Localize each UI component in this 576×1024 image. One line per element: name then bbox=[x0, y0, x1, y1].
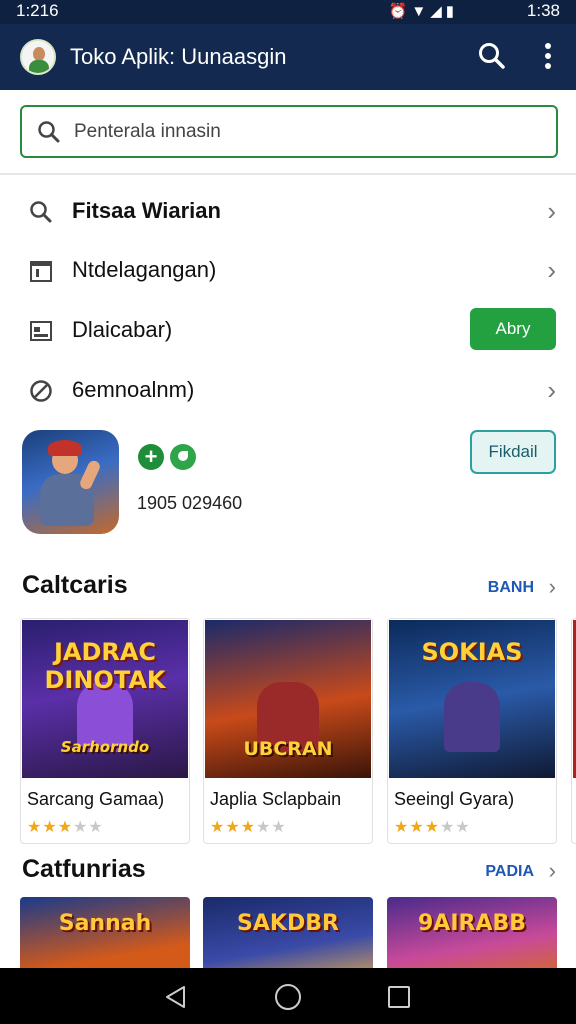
game-title: Sarcang Gamaa) bbox=[27, 789, 165, 809]
avatar[interactable] bbox=[20, 39, 56, 75]
search-input[interactable] bbox=[74, 115, 544, 149]
status-bar: 1:216 ⏰▼◢▮ 1:38 bbox=[0, 0, 576, 24]
game-title: Seeingl Gyara) bbox=[394, 789, 515, 809]
section-see-more-link[interactable]: PADIA bbox=[485, 863, 534, 881]
status-time-left: 1:216 bbox=[16, 1, 59, 20]
game-thumbnail: JADRAC DINOTAK Sarhorndo bbox=[22, 620, 188, 778]
menu-item-label: Ntdelagangan) bbox=[72, 257, 217, 282]
featured-app-icon[interactable] bbox=[22, 430, 119, 534]
section-title: Catfunrias bbox=[22, 855, 146, 883]
plus-icon[interactable]: + bbox=[138, 444, 164, 470]
block-icon bbox=[28, 378, 54, 404]
menu-action-button[interactable]: Abry bbox=[470, 308, 556, 350]
status-time-right: 1:38 bbox=[526, 1, 560, 20]
recent-apps-icon[interactable] bbox=[388, 986, 410, 1008]
home-icon[interactable] bbox=[275, 984, 301, 1010]
featured-action-button[interactable]: Fikdail bbox=[470, 430, 556, 474]
menu-item-3[interactable]: Dlaicabar) Abry bbox=[0, 301, 576, 361]
search-icon bbox=[36, 119, 62, 145]
game-card[interactable]: UBCRAN Japlia Sclapbain ★★★★★ bbox=[203, 618, 373, 844]
menu-item-label: 6emnoalnm) bbox=[72, 377, 195, 402]
search-field[interactable] bbox=[20, 105, 558, 158]
menu-item-label: Fitsaa Wiarian bbox=[72, 198, 221, 223]
game-card-partial[interactable] bbox=[571, 618, 576, 844]
game-thumbnail: UBCRAN bbox=[205, 620, 371, 778]
featured-app-info: 1905 029460 bbox=[137, 493, 243, 513]
image-icon bbox=[28, 318, 54, 344]
star-rating: ★★★★★ bbox=[27, 819, 104, 836]
star-rating: ★★★★★ bbox=[210, 819, 287, 836]
section-see-more-link[interactable]: BANH bbox=[488, 579, 534, 597]
menu-item-4[interactable]: 6emnoalnm) › bbox=[0, 361, 576, 421]
menu-item-1[interactable]: Fitsaa Wiarian › bbox=[0, 182, 576, 242]
game-card[interactable]: 9AIRABB bbox=[387, 897, 557, 977]
leaf-icon bbox=[170, 444, 196, 470]
chevron-right-icon: › bbox=[547, 375, 556, 405]
search-icon[interactable] bbox=[476, 40, 508, 72]
status-icons: ⏰▼◢▮ bbox=[388, 3, 458, 20]
navigation-bar bbox=[0, 968, 576, 1024]
game-card[interactable]: JADRAC DINOTAK Sarhorndo Sarcang Gamaa) … bbox=[20, 618, 190, 844]
game-thumbnail: SOKIAS bbox=[389, 620, 555, 778]
menu-item-label: Dlaicabar) bbox=[72, 317, 173, 342]
game-card[interactable]: Sannah bbox=[20, 897, 190, 977]
page-title: Toko Aplik: Uunaasgin bbox=[70, 44, 287, 69]
game-card[interactable]: SOKIAS Seeingl Gyara) ★★★★★ bbox=[387, 618, 557, 844]
more-vert-icon[interactable] bbox=[540, 40, 556, 72]
divider bbox=[0, 173, 576, 175]
game-card[interactable]: SAKDBR bbox=[203, 897, 373, 977]
chevron-right-icon[interactable]: › bbox=[549, 574, 556, 600]
star-rating: ★★★★★ bbox=[394, 819, 471, 836]
chevron-right-icon: › bbox=[547, 255, 556, 285]
back-icon[interactable] bbox=[163, 984, 189, 1010]
calendar-icon bbox=[28, 258, 54, 284]
chevron-right-icon: › bbox=[547, 196, 556, 226]
menu-item-2[interactable]: Ntdelagangan) › bbox=[0, 241, 576, 301]
chevron-right-icon[interactable]: › bbox=[549, 858, 556, 884]
search-icon bbox=[28, 199, 54, 225]
app-bar: Toko Aplik: Uunaasgin bbox=[0, 24, 576, 90]
game-title: Japlia Sclapbain bbox=[210, 789, 342, 809]
section-title: Caltcaris bbox=[22, 571, 128, 599]
